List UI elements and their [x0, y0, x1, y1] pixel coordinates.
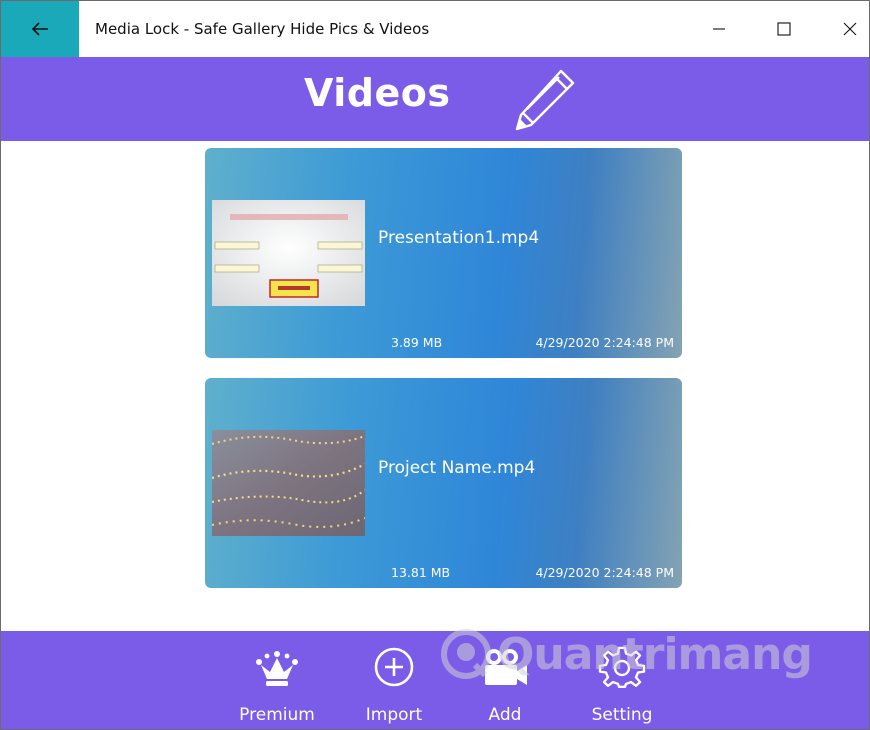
- plus-circle-icon: [374, 647, 414, 687]
- add-button[interactable]: Add: [475, 631, 535, 729]
- gear-icon: [598, 646, 646, 688]
- app-window: Media Lock - Safe Gallery Hide Pics & Vi…: [0, 0, 870, 730]
- video-camera-icon: [485, 649, 527, 685]
- crown-icon: [256, 651, 298, 686]
- close-icon: [843, 22, 857, 36]
- page-header: Videos: [1, 57, 869, 141]
- video-thumbnail: [212, 430, 365, 536]
- import-button[interactable]: Import: [359, 631, 429, 729]
- page-title: Videos: [304, 71, 451, 115]
- back-arrow-icon: [31, 22, 48, 36]
- video-name: Presentation1.mp4: [378, 228, 540, 248]
- video-date: 4/29/2020 2:24:48 PM: [535, 335, 674, 350]
- video-card[interactable]: Presentation1.mp4 3.89 MB 4/29/2020 2:24…: [205, 148, 682, 358]
- pencil-edit-icon[interactable]: [509, 65, 581, 135]
- maximize-icon: [777, 22, 791, 36]
- back-button[interactable]: [1, 1, 79, 57]
- window-title: Media Lock - Safe Gallery Hide Pics & Vi…: [95, 20, 430, 38]
- premium-label: Premium: [239, 705, 315, 725]
- title-bar: Media Lock - Safe Gallery Hide Pics & Vi…: [1, 1, 869, 57]
- close-button[interactable]: [827, 1, 870, 57]
- premium-button[interactable]: Premium: [237, 631, 317, 729]
- bottom-nav: Premium Import Add Setting: [1, 631, 869, 729]
- video-size: 13.81 MB: [391, 565, 451, 580]
- video-name: Project Name.mp4: [378, 458, 536, 478]
- video-date: 4/29/2020 2:24:48 PM: [535, 565, 674, 580]
- setting-button[interactable]: Setting: [584, 631, 660, 729]
- minimize-button[interactable]: [696, 1, 742, 57]
- setting-label: Setting: [591, 705, 653, 725]
- import-label: Import: [365, 705, 423, 725]
- video-thumbnail: [212, 200, 365, 306]
- video-size: 3.89 MB: [391, 335, 443, 350]
- add-label: Add: [488, 705, 522, 725]
- minimize-icon: [713, 28, 725, 30]
- video-list: Presentation1.mp4 3.89 MB 4/29/2020 2:24…: [1, 141, 869, 631]
- maximize-button[interactable]: [761, 1, 807, 57]
- video-card[interactable]: Project Name.mp4 13.81 MB 4/29/2020 2:24…: [205, 378, 682, 588]
